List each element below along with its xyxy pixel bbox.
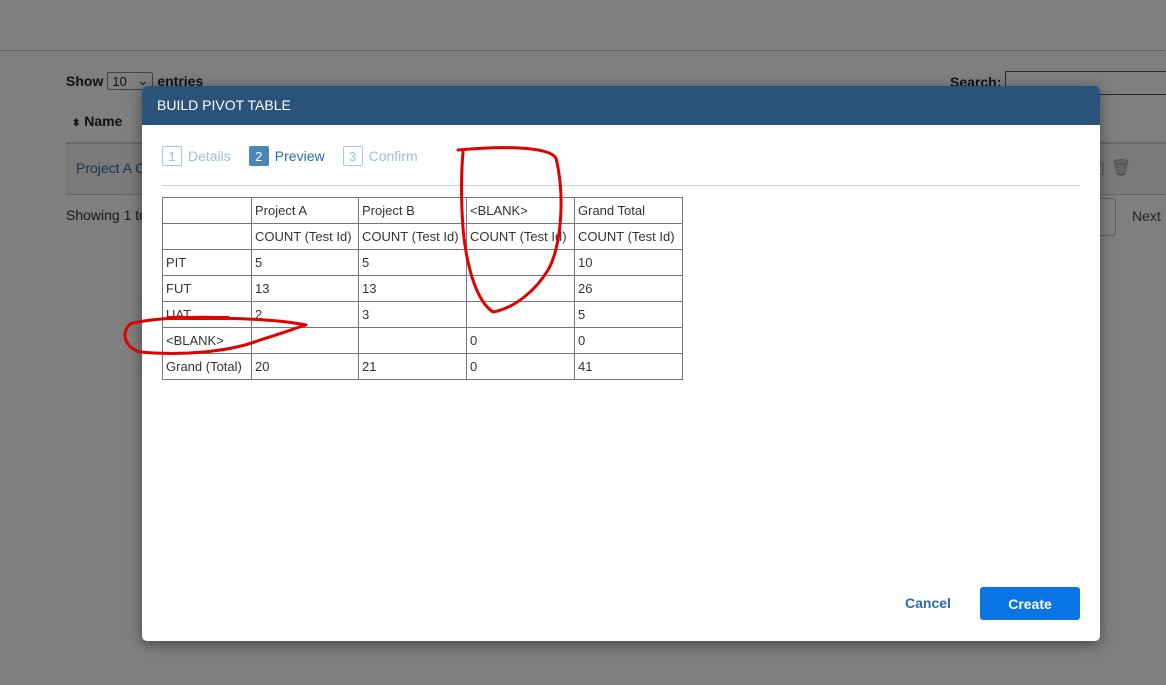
pivot-row: <BLANK> 0 0	[162, 327, 683, 354]
pivot-column-header: Project B	[358, 197, 467, 224]
pivot-measure-header: COUNT (Test Id)	[251, 223, 359, 250]
step-label: Preview	[274, 148, 325, 164]
pivot-preview-table: Project A Project B <BLANK> Grand Total …	[162, 197, 683, 380]
modal-title: BUILD PIVOT TABLE	[142, 86, 1100, 125]
pivot-cell: 0	[466, 353, 575, 380]
pivot-cell	[162, 223, 252, 250]
pivot-cell	[251, 327, 359, 354]
pivot-cell: 13	[251, 275, 359, 302]
step-label: Confirm	[368, 148, 418, 164]
pivot-cell: 21	[358, 353, 467, 380]
pivot-row: PIT 5 5 10	[162, 249, 683, 276]
pivot-cell	[466, 301, 575, 328]
pivot-cell	[466, 249, 575, 276]
pivot-row-header: UAT	[162, 301, 252, 328]
pivot-cell: 10	[574, 249, 683, 276]
pivot-cell: 3	[358, 301, 467, 328]
pivot-measure-header: COUNT (Test Id)	[358, 223, 467, 250]
step-number: 3	[342, 146, 363, 166]
pivot-measure-header: COUNT (Test Id)	[574, 223, 683, 250]
pivot-subheader-row: COUNT (Test Id) COUNT (Test Id) COUNT (T…	[162, 223, 683, 250]
steps-divider	[162, 185, 1080, 186]
pivot-measure-header: COUNT (Test Id)	[466, 223, 575, 250]
wizard-steps: 1 Details 2 Preview 3 Confirm	[162, 146, 418, 166]
pivot-cell: 5	[574, 301, 683, 328]
pivot-cell: 0	[466, 327, 575, 354]
pivot-column-header: Project A	[251, 197, 359, 224]
step-details[interactable]: 1 Details	[162, 146, 231, 166]
pivot-cell: 0	[574, 327, 683, 354]
pivot-row-header: PIT	[162, 249, 252, 276]
pivot-total-row: Grand (Total) 20 21 0 41	[162, 353, 683, 380]
pivot-row-header: Grand (Total)	[162, 353, 252, 380]
step-number: 1	[162, 146, 182, 166]
create-button[interactable]: Create	[980, 587, 1080, 620]
step-preview[interactable]: 2 Preview	[248, 146, 325, 166]
pivot-column-header: <BLANK>	[466, 197, 575, 224]
pivot-cell: 2	[251, 301, 359, 328]
pivot-cell: 5	[358, 249, 467, 276]
pivot-cell: 13	[358, 275, 467, 302]
step-number: 2	[248, 146, 269, 166]
step-confirm[interactable]: 3 Confirm	[342, 146, 418, 166]
pivot-cell: 20	[251, 353, 359, 380]
pivot-row-header: <BLANK>	[162, 327, 252, 354]
pivot-cell: 26	[574, 275, 683, 302]
step-label: Details	[188, 148, 231, 164]
pivot-cell	[162, 197, 252, 224]
pivot-header-row: Project A Project B <BLANK> Grand Total	[162, 197, 683, 224]
pivot-cell	[466, 275, 575, 302]
pivot-cell: 5	[251, 249, 359, 276]
build-pivot-table-modal: BUILD PIVOT TABLE 1 Details 2 Preview 3 …	[142, 86, 1100, 641]
pivot-column-header: Grand Total	[574, 197, 683, 224]
cancel-button[interactable]: Cancel	[898, 587, 958, 619]
pivot-row: FUT 13 13 26	[162, 275, 683, 302]
pivot-cell: 41	[574, 353, 683, 380]
pivot-row: UAT 2 3 5	[162, 301, 683, 328]
pivot-row-header: FUT	[162, 275, 252, 302]
pivot-cell	[358, 327, 467, 354]
